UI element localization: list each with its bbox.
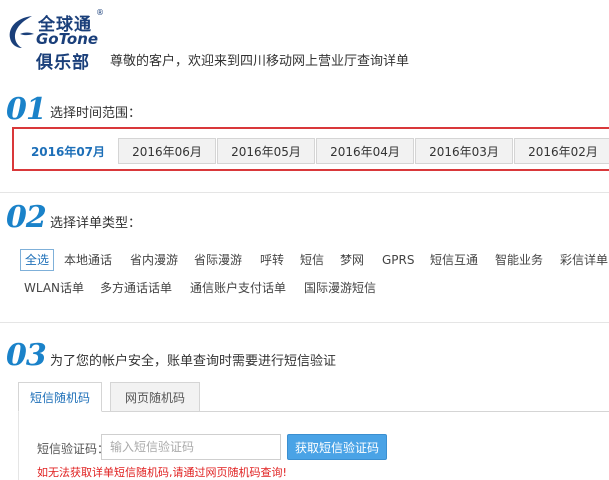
- month-tab-2016-07[interactable]: 2016年07月: [18, 138, 118, 164]
- logo-english-text: GoTone: [36, 30, 99, 48]
- bill-type-conference-call[interactable]: 多方通话话单: [100, 278, 172, 300]
- step-number-03: 03: [6, 338, 47, 373]
- bill-type-inter-province-roaming[interactable]: 省际漫游: [194, 250, 242, 272]
- month-tab-2016-04[interactable]: 2016年04月: [316, 138, 414, 164]
- section-title-time-range: 选择时间范围：: [50, 106, 142, 121]
- month-tab-2016-05[interactable]: 2016年05月: [217, 138, 315, 164]
- bill-type-monternet[interactable]: 梦网: [340, 250, 364, 272]
- month-tab-2016-02[interactable]: 2016年02月: [514, 138, 609, 164]
- logo-swoosh-icon: [9, 16, 34, 48]
- welcome-message: 尊敬的客户，欢迎来到四川移动网上营业厅查询详单: [110, 54, 410, 69]
- step-number-01: 01: [6, 92, 47, 127]
- tab-web-code[interactable]: 网页随机码: [110, 382, 200, 412]
- bill-type-smart-service[interactable]: 智能业务: [495, 250, 543, 272]
- sms-verification-panel: 短信验证码： 获取短信验证码 如无法获取详单短信随机码,请通过网页随机码查询!: [18, 412, 609, 480]
- section-time-range-header: 01 选择时间范围：: [0, 94, 609, 128]
- bill-type-wlan[interactable]: WLAN话单: [24, 278, 84, 300]
- month-tab-2016-06[interactable]: 2016年06月: [118, 138, 216, 164]
- section-divider: [0, 192, 609, 193]
- bill-type-sms-interconnect[interactable]: 短信互通: [430, 250, 478, 272]
- bill-type-account-payment[interactable]: 通信账户支付话单: [190, 278, 286, 300]
- section-title-verification: 为了您的帐户安全，账单查询时需要进行短信验证: [50, 354, 337, 369]
- page-header: 全球通 ® GoTone 俱乐部 尊敬的客户，欢迎来到四川移动网上营业厅查询详单: [0, 0, 609, 78]
- bill-type-sms[interactable]: 短信: [300, 250, 324, 272]
- section-title-bill-type: 选择详单类型：: [50, 216, 142, 231]
- get-sms-code-button[interactable]: 获取短信验证码: [287, 434, 387, 460]
- bill-type-gprs[interactable]: GPRS: [382, 250, 415, 272]
- bill-type-local-call[interactable]: 本地通话: [64, 250, 112, 272]
- month-selector: 2016年07月 2016年06月 2016年05月 2016年04月 2016…: [12, 127, 609, 171]
- section-bill-type-header: 02 选择详单类型：: [0, 202, 609, 236]
- sms-warning-text: 如无法获取详单短信随机码,请通过网页随机码查询!: [37, 466, 287, 479]
- tab-sms-code[interactable]: 短信随机码: [18, 382, 102, 412]
- section-verification-header: 03 为了您的帐户安全，账单查询时需要进行短信验证: [0, 340, 609, 374]
- bill-type-mms[interactable]: 彩信详单: [560, 250, 608, 272]
- section-divider: [0, 322, 609, 323]
- bill-type-call-forward[interactable]: 呼转: [260, 250, 284, 272]
- month-tab-2016-03[interactable]: 2016年03月: [415, 138, 513, 164]
- bill-type-intl-roaming-sms[interactable]: 国际漫游短信: [304, 278, 376, 300]
- sms-code-label: 短信验证码：: [37, 442, 110, 456]
- bill-type-in-province-roaming[interactable]: 省内漫游: [130, 250, 178, 272]
- logo-club-text: 俱乐部: [36, 53, 90, 73]
- step-number-02: 02: [6, 200, 47, 235]
- sms-code-input[interactable]: [101, 434, 281, 460]
- verification-tabs: 短信随机码 网页随机码: [18, 382, 609, 412]
- logo-registered-mark: ®: [96, 8, 104, 17]
- gotone-club-logo[interactable]: 全球通 ® GoTone 俱乐部: [6, 8, 104, 73]
- bill-type-select-all[interactable]: 全选: [20, 249, 55, 271]
